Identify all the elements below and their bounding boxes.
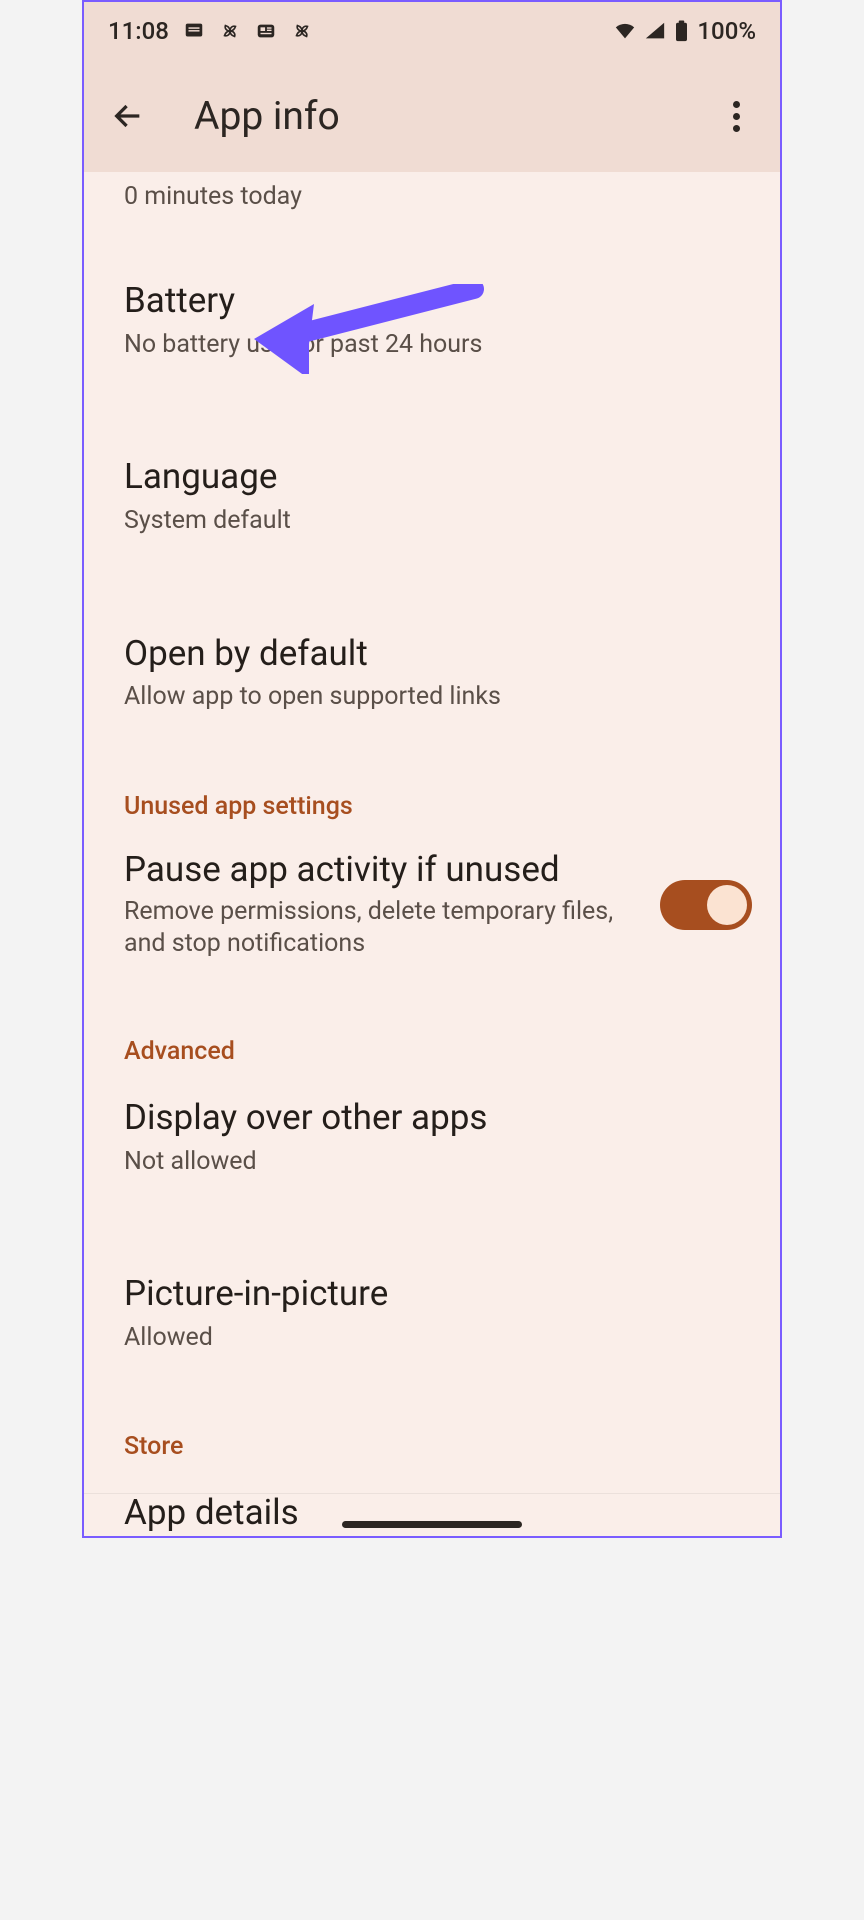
setting-subtitle: Allow app to open supported links — [124, 681, 740, 714]
setting-item-open-by-default[interactable]: Open by default Allow app to open suppor… — [84, 606, 780, 740]
status-time: 11:08 — [108, 17, 169, 45]
battery-percentage: 100% — [697, 17, 756, 45]
dot-icon — [733, 101, 740, 108]
setting-item-battery[interactable]: Battery No battery use for past 24 hours — [84, 253, 780, 387]
status-left: 11:08 — [108, 17, 313, 45]
wifi-icon — [614, 20, 636, 42]
page-title: App info — [194, 93, 340, 139]
setting-subtitle: Not allowed — [124, 1146, 740, 1179]
dot-icon — [733, 113, 740, 120]
section-header-store: Store — [84, 1422, 780, 1465]
screen-time-subtitle: 0 minutes today — [84, 172, 780, 211]
back-button[interactable] — [104, 92, 152, 140]
pinwheel-icon — [219, 20, 241, 42]
setting-item-pip[interactable]: Picture-in-picture Allowed — [84, 1246, 780, 1380]
status-bar: 11:08 100% — [84, 2, 780, 60]
pause-activity-toggle[interactable] — [660, 880, 752, 930]
arrow-left-icon — [111, 99, 145, 133]
section-header-advanced: Advanced — [84, 1027, 780, 1070]
pinwheel-icon-2 — [291, 20, 313, 42]
status-right: 100% — [614, 17, 756, 45]
news-icon — [255, 20, 277, 42]
battery-icon — [674, 20, 689, 42]
settings-list: 0 minutes today Battery No battery use f… — [84, 172, 780, 1538]
divider — [84, 1493, 780, 1494]
section-header-unused: Unused app settings — [84, 782, 780, 825]
setting-title: Picture-in-picture — [124, 1272, 740, 1316]
overflow-menu-button[interactable] — [712, 92, 760, 140]
cell-signal-icon — [644, 20, 666, 42]
setting-title: App details — [124, 1491, 740, 1535]
setting-item-display-over-apps[interactable]: Display over other apps Not allowed — [84, 1070, 780, 1204]
setting-subtitle: Allowed — [124, 1322, 740, 1355]
gesture-nav-pill[interactable] — [342, 1521, 522, 1528]
setting-title: Display over other apps — [124, 1096, 740, 1140]
setting-subtitle: System default — [124, 505, 740, 538]
toggle-knob — [707, 885, 747, 925]
app-bar: App info — [84, 60, 780, 172]
dot-icon — [733, 125, 740, 132]
setting-subtitle: Remove permissions, delete temporary fil… — [124, 896, 642, 961]
message-icon — [183, 20, 205, 42]
setting-item-pause-activity[interactable]: Pause app activity if unused Remove perm… — [84, 825, 780, 985]
setting-title: Battery — [124, 279, 740, 323]
setting-title: Open by default — [124, 632, 740, 676]
setting-title: Pause app activity if unused — [124, 849, 642, 890]
setting-subtitle: No battery use for past 24 hours — [124, 329, 740, 362]
setting-title: Language — [124, 455, 740, 499]
setting-item-language[interactable]: Language System default — [84, 429, 780, 563]
